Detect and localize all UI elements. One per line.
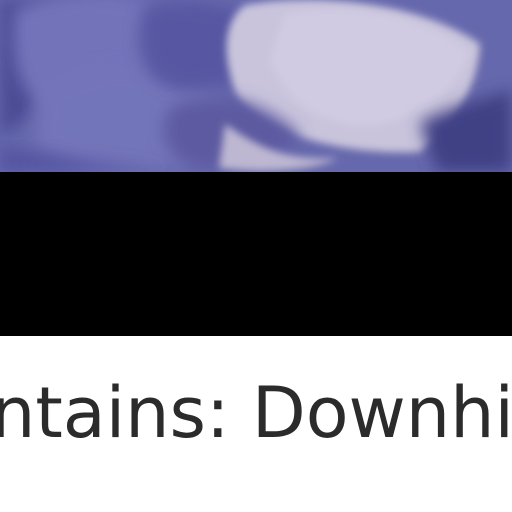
video-title-area[interactable]: ntains: Downhil [0,336,512,512]
video-card[interactable]: ntains: Downhil [0,0,512,512]
thumbnail-image [0,0,512,172]
video-title[interactable]: ntains: Downhil [0,378,512,448]
thumbnail-letterbox [0,172,512,336]
video-thumbnail[interactable] [0,0,512,172]
